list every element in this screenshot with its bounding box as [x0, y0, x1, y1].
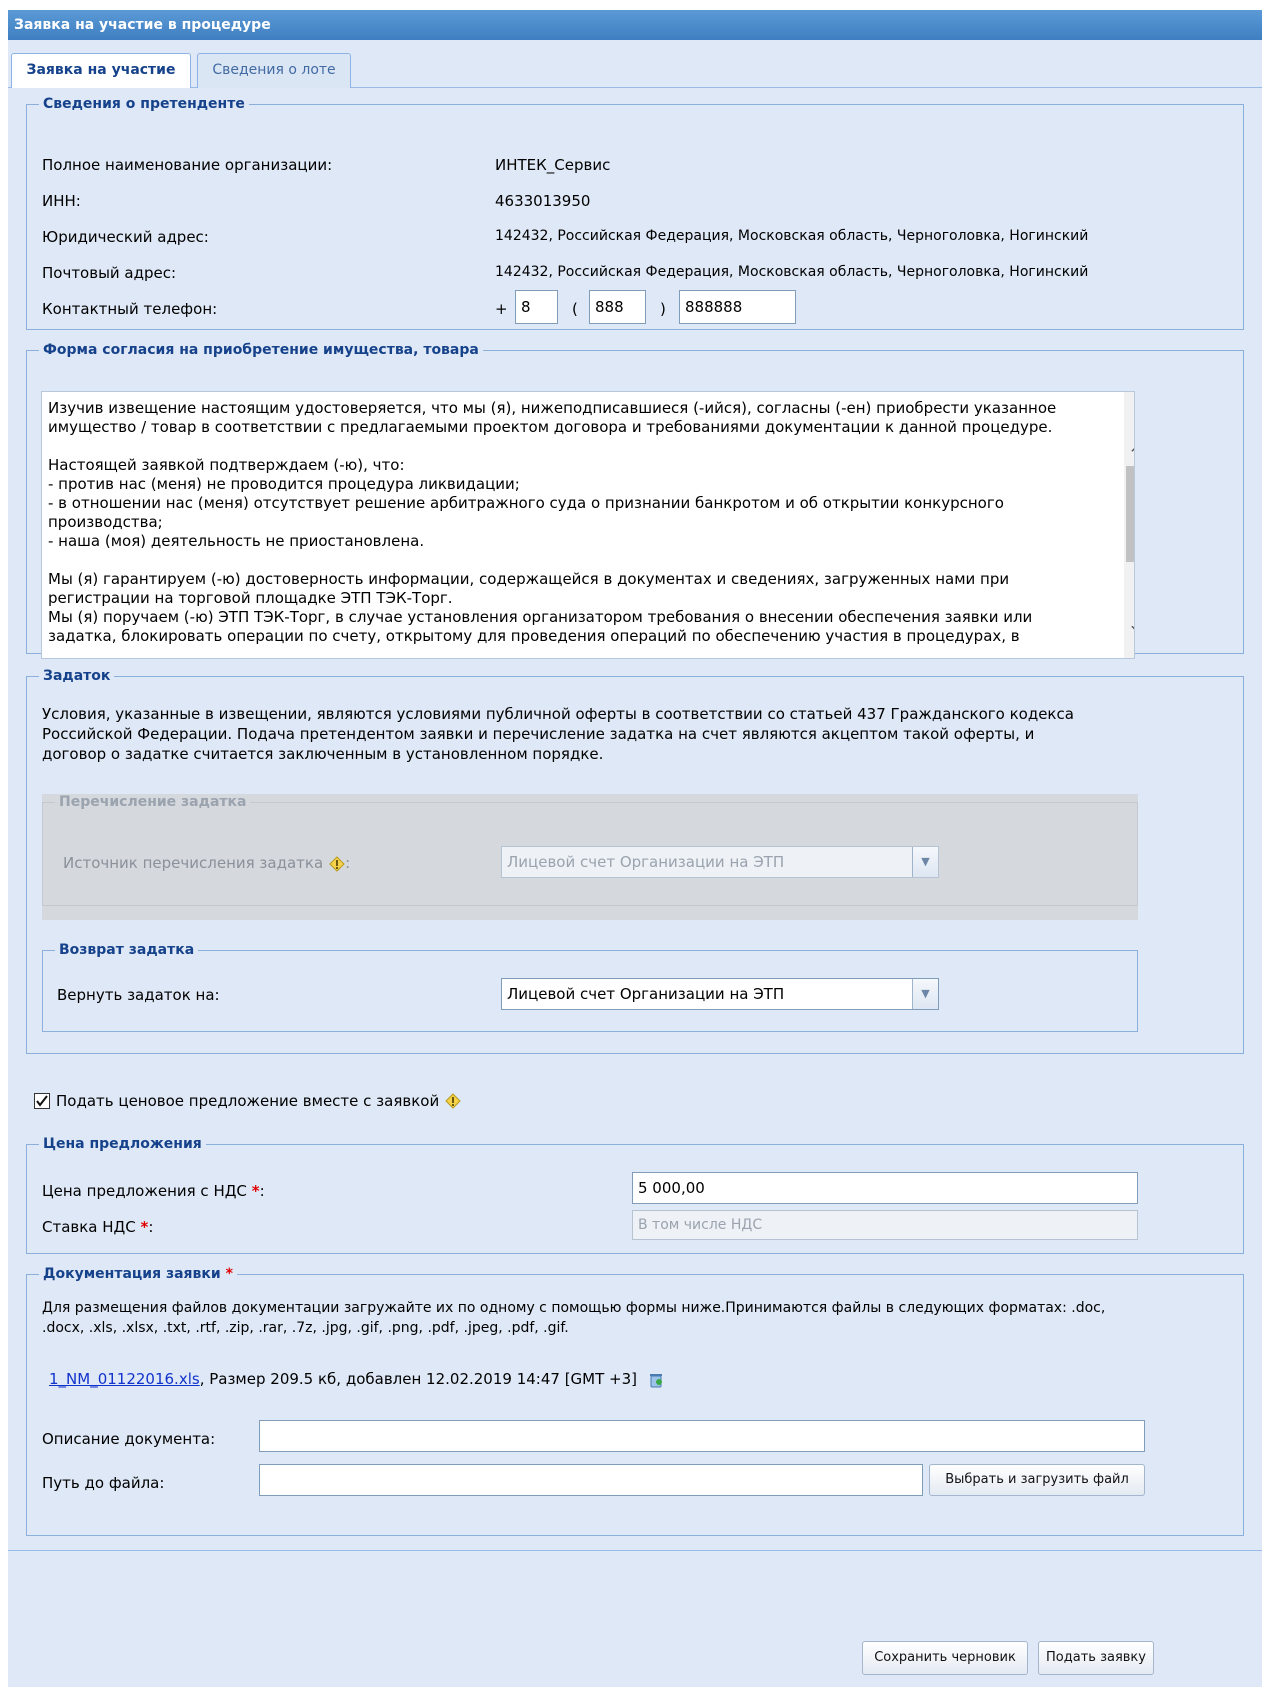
- agreement-paragraph-3: Мы (я) гарантируем (-ю) достоверность ин…: [48, 570, 1088, 646]
- submit-application-button[interactable]: Подать заявку: [1038, 1641, 1154, 1675]
- applicant-legend: Сведения о претенденте: [43, 96, 245, 112]
- form-content: Сведения о претенденте Полное наименован…: [8, 88, 1262, 1550]
- deposit-transfer-panel: Перечисление задатка Источник перечислен…: [42, 794, 1138, 920]
- chevron-down-icon: ▼: [912, 847, 938, 877]
- phone-paren-close: ): [660, 300, 666, 318]
- footer-bar: Сохранить черновик Подать заявку: [8, 1550, 1262, 1687]
- agreement-textarea[interactable]: Изучив извещение настоящим удостоверяетс…: [41, 391, 1135, 659]
- phone-plus: +: [495, 300, 508, 318]
- phone-country-input[interactable]: 8: [515, 290, 558, 324]
- price-label-text: Цена предложения с НДС: [42, 1182, 247, 1200]
- info-hint-icon[interactable]: [329, 855, 345, 872]
- org-name-label: Полное наименование организации:: [42, 156, 333, 174]
- deposit-return-legend: Возврат задатка: [59, 942, 195, 958]
- inn-label: ИНН:: [42, 192, 81, 210]
- docs-section: Документация заявки * Для размещения фай…: [26, 1266, 1244, 1536]
- scroll-up-icon[interactable]: ⌃: [1124, 444, 1134, 466]
- legal-address-label: Юридический адрес:: [42, 228, 209, 246]
- return-select[interactable]: Лицевой счет Организации на ЭТП ▼: [501, 978, 939, 1010]
- vat-input: В том числе НДС: [632, 1210, 1138, 1240]
- price-offer-checkbox-label[interactable]: Подать ценовое предложение вместе с заяв…: [56, 1092, 439, 1110]
- docs-legend: Документация заявки *: [39, 1266, 237, 1282]
- deposit-legend: Задаток: [43, 668, 111, 684]
- price-legend: Цена предложения: [43, 1136, 202, 1152]
- inn-value: 4633013950: [495, 192, 591, 210]
- phone-code-input[interactable]: 888: [589, 290, 646, 324]
- agreement-paragraph-1: Изучив извещение настоящим удостоверяетс…: [48, 399, 1057, 436]
- file-path-input[interactable]: [259, 1464, 923, 1496]
- legal-address-value: 142432, Российская Федерация, Московская…: [495, 228, 1089, 244]
- deposit-transfer-legend: Перечисление задатка: [59, 794, 247, 810]
- agreement-section: Форма согласия на приобретение имущества…: [26, 342, 1244, 659]
- attached-file-link[interactable]: 1_NM_01122016.xls: [49, 1370, 200, 1388]
- transfer-source-label: Источник перечисления задатка:: [63, 854, 351, 872]
- deposit-terms-text: Условия, указанные в извещении, являются…: [42, 705, 1074, 763]
- application-window: Заявка на участие в процедуре Заявка на …: [8, 10, 1262, 1687]
- price-offer-checkbox-row[interactable]: Подать ценовое предложение вместе с заяв…: [34, 1090, 461, 1112]
- agreement-line: - против нас (меня) не проводится процед…: [48, 475, 520, 493]
- scroll-thumb[interactable]: [1126, 466, 1134, 562]
- vat-label-colon: :: [148, 1218, 154, 1236]
- agreement-line: Настоящей заявкой подтверждаем (-ю), что…: [48, 456, 405, 474]
- return-label: Вернуть задаток на:: [57, 986, 220, 1004]
- transfer-source-label-text: Источник перечисления задатка: [63, 854, 324, 872]
- deposit-transfer-group: Перечисление задатка Источник перечислен…: [42, 794, 1138, 906]
- vat-label: Ставка НДС *:: [42, 1218, 153, 1236]
- phone-number-input[interactable]: 888888: [679, 290, 796, 324]
- upload-file-button[interactable]: Выбрать и загрузить файл: [929, 1464, 1145, 1496]
- tab-application[interactable]: Заявка на участие: [11, 53, 191, 89]
- delete-file-icon[interactable]: [648, 1372, 664, 1388]
- tab-strip: Заявка на участие Сведения о лоте: [8, 40, 1262, 89]
- attached-file-info: , Размер 209.5 кб, добавлен 12.02.2019 1…: [199, 1370, 638, 1388]
- price-label-colon: :: [259, 1182, 265, 1200]
- vat-label-text: Ставка НДС: [42, 1218, 136, 1236]
- agreement-line: Мы (я) гарантируем (-ю) достоверность ин…: [48, 570, 1010, 607]
- checkmark-icon: [36, 1095, 48, 1107]
- deposit-return-group: Возврат задатка Вернуть задаток на: Лице…: [42, 942, 1138, 1032]
- tab-lot-info[interactable]: Сведения о лоте: [197, 53, 351, 88]
- doc-description-input[interactable]: [259, 1420, 1145, 1452]
- deposit-section: Задаток Условия, указанные в извещении, …: [26, 668, 1244, 1054]
- info-hint-icon[interactable]: [445, 1093, 461, 1109]
- agreement-line: - наша (моя) деятельность не приостановл…: [48, 532, 425, 550]
- phone-label: Контактный телефон:: [42, 300, 218, 318]
- agreement-scrollbar[interactable]: ⌃ ⌄: [1124, 392, 1134, 658]
- agreement-paragraph-2: Настоящей заявкой подтверждаем (-ю), что…: [48, 456, 1088, 551]
- docs-instructions: Для размещения файлов документации загру…: [42, 1300, 1106, 1336]
- save-draft-button[interactable]: Сохранить черновик: [862, 1641, 1028, 1675]
- required-mark: *: [225, 1266, 233, 1282]
- price-section: Цена предложения Цена предложения с НДС …: [26, 1136, 1244, 1254]
- price-label: Цена предложения с НДС *:: [42, 1182, 265, 1200]
- return-value: Лицевой счет Организации на ЭТП: [507, 985, 785, 1003]
- window-title: Заявка на участие в процедуре: [8, 10, 1262, 40]
- applicant-section: Сведения о претенденте Полное наименован…: [26, 96, 1244, 330]
- agreement-line: Мы (я) поручаем (-ю) ЭТП ТЭК-Торг, в слу…: [48, 608, 1033, 645]
- org-name-value: ИНТЕК_Сервис: [495, 156, 611, 174]
- transfer-source-value: Лицевой счет Организации на ЭТП: [507, 853, 785, 871]
- doc-description-label: Описание документа:: [42, 1430, 216, 1448]
- scroll-down-icon[interactable]: ⌄: [1124, 614, 1134, 636]
- postal-address-value: 142432, Российская Федерация, Московская…: [495, 264, 1089, 280]
- price-input[interactable]: 5 000,00: [632, 1172, 1138, 1204]
- chevron-down-icon[interactable]: ▼: [912, 979, 938, 1009]
- transfer-source-select: Лицевой счет Организации на ЭТП ▼: [501, 846, 939, 878]
- postal-address-label: Почтовый адрес:: [42, 264, 177, 282]
- required-mark: *: [251, 1182, 260, 1200]
- agreement-legend: Форма согласия на приобретение имущества…: [43, 342, 479, 358]
- phone-paren-open: (: [572, 300, 578, 318]
- price-offer-checkbox[interactable]: [34, 1093, 50, 1109]
- attached-file-row: 1_NM_01122016.xls, Размер 209.5 кб, доба…: [49, 1370, 664, 1388]
- file-path-label: Путь до файла:: [42, 1474, 165, 1492]
- agreement-line: - в отношении нас (меня) отсутствует реш…: [48, 494, 1004, 531]
- docs-legend-text: Документация заявки: [43, 1266, 221, 1282]
